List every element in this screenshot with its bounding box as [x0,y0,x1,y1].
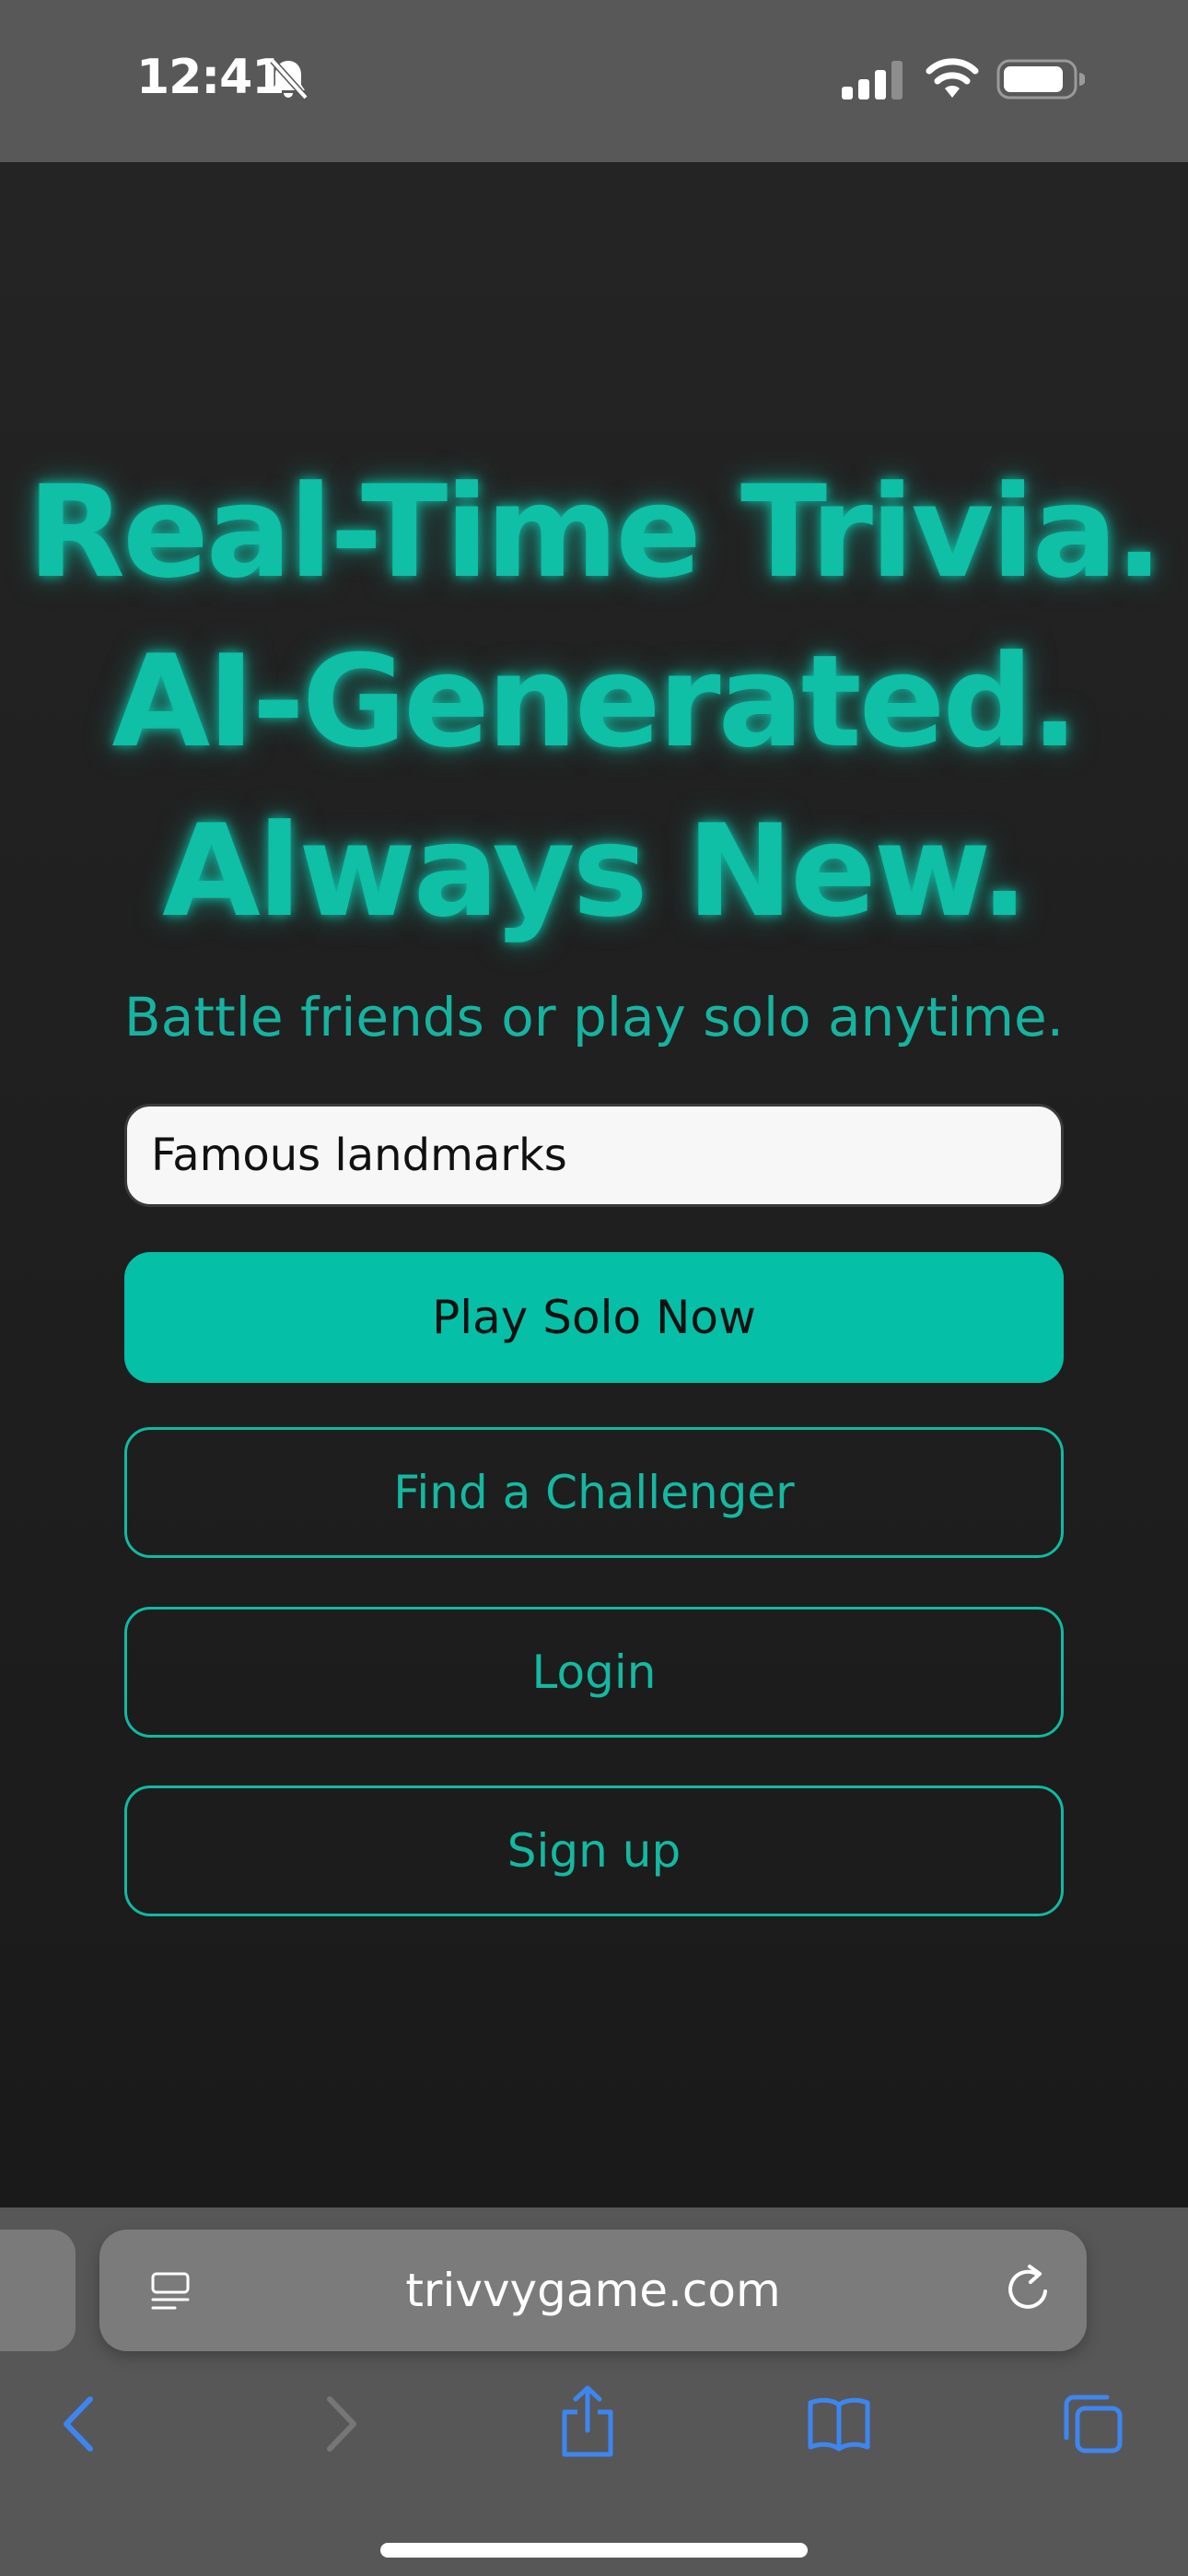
bookmarks-icon[interactable] [807,2392,871,2456]
hero-line-2: AI-Generated. [111,627,1078,776]
reload-icon[interactable] [1002,2263,1055,2316]
hero-line-1: Real-Time Trivia. [27,458,1163,606]
status-time: 12:41 [136,50,285,105]
page-content: Real-Time Trivia. AI-Generated. Always N… [0,162,1188,2207]
play-solo-button[interactable]: Play Solo Now [124,1252,1064,1383]
address-url[interactable]: trivvygame.com [99,2230,1087,2351]
login-button[interactable]: Login [124,1607,1064,1738]
forward-icon[interactable] [306,2392,370,2456]
hero-tagline: Battle friends or play solo anytime. [123,986,1065,1048]
share-icon[interactable] [555,2384,620,2458]
address-bar[interactable]: trivvygame.com [99,2230,1087,2351]
battery-icon [996,59,1085,100]
tabs-icon[interactable] [1061,2392,1125,2456]
status-bar: 12:41 [0,0,1188,162]
back-icon[interactable] [50,2392,114,2456]
find-challenger-button[interactable]: Find a Challenger [124,1427,1064,1558]
reader-mode-icon[interactable] [147,2268,193,2314]
wifi-icon [926,58,979,98]
home-indicator [380,2543,808,2558]
signup-button[interactable]: Sign up [124,1786,1064,1916]
cellular-signal-icon [842,61,903,100]
browser-chrome: trivvygame.com [0,2207,1188,2576]
hero-heading: Real-Time Trivia. AI-Generated. Always N… [0,448,1188,956]
hero-line-3: Always New. [162,797,1029,945]
bell-slash-icon [270,58,309,100]
topic-input[interactable] [124,1104,1064,1207]
previous-tab-preview[interactable] [0,2230,76,2351]
